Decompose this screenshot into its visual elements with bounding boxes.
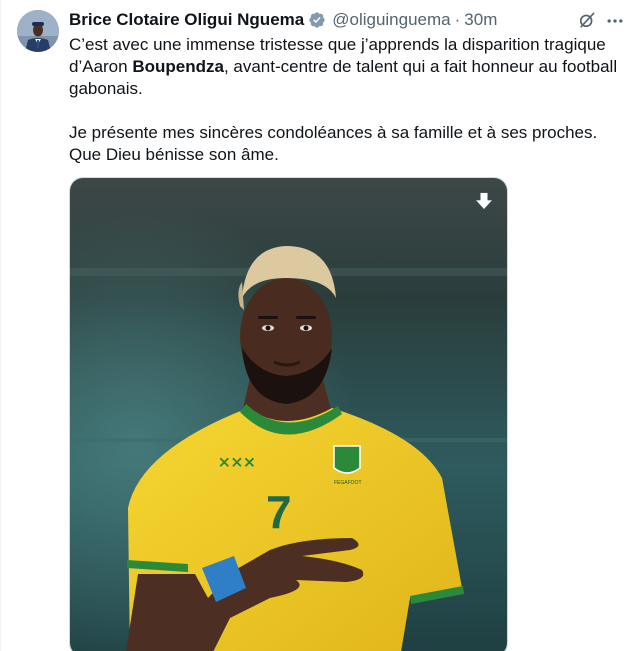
svg-text:7: 7: [266, 486, 292, 538]
tweet[interactable]: Brice Clotaire Oligui Nguema @oliguingue…: [0, 0, 635, 651]
author-name[interactable]: Brice Clotaire Oligui Nguema: [69, 10, 304, 30]
tweet-photo[interactable]: ⨯⨯⨯ FEGAFOOT 7: [69, 177, 508, 651]
avatar[interactable]: [17, 10, 59, 52]
svg-text:⨯⨯⨯: ⨯⨯⨯: [218, 454, 256, 471]
verified-badge-icon: [309, 12, 325, 28]
svg-text:FEGAFOOT: FEGAFOOT: [334, 480, 362, 486]
download-icon[interactable]: [473, 190, 495, 212]
header-separator: ·: [454, 10, 461, 29]
player-photo: ⨯⨯⨯ FEGAFOOT 7: [70, 178, 507, 651]
text-bold-name: Boupendza: [132, 57, 224, 76]
avatar-portrait-icon: [17, 10, 59, 52]
tweet-header: Brice Clotaire Oligui Nguema @oliguingue…: [69, 9, 497, 31]
author-handle[interactable]: @oliguinguema: [332, 10, 450, 30]
tweet-paragraph-1: C’est avec une immense tristesse que j’a…: [69, 34, 624, 100]
grok-icon[interactable]: [577, 10, 597, 30]
more-options-icon[interactable]: [605, 11, 625, 31]
post-time[interactable]: 30m: [464, 10, 497, 30]
tweet-text: C’est avec une immense tristesse que j’a…: [69, 34, 624, 166]
tweet-paragraph-2: Je présente mes sincères condoléances à …: [69, 123, 598, 164]
